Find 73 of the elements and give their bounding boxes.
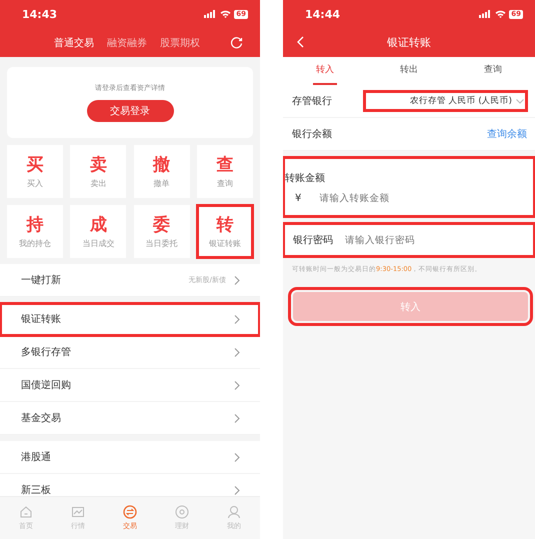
field-label: 存管银行 — [292, 95, 332, 108]
house-icon — [19, 505, 33, 519]
quick-action-tile[interactable]: 卖 卖出 — [70, 145, 126, 198]
quick-action-tile[interactable]: 持 我的持仓 — [7, 205, 63, 258]
action-label: 卖出 — [90, 178, 106, 188]
menu-item[interactable]: 港股通 — [0, 441, 260, 474]
wifi-icon — [220, 10, 232, 18]
chevron-icon — [234, 452, 240, 462]
action-label: 查询 — [216, 178, 233, 188]
person-icon — [227, 505, 241, 519]
menu-item[interactable]: 国债逆回购 — [0, 369, 260, 402]
quick-action-tile[interactable]: 撤 撤单 — [134, 145, 190, 198]
quick-action-tile[interactable]: 成 当日成交 — [70, 205, 126, 258]
action-glyph: 成 — [90, 214, 107, 234]
caret-icon — [516, 98, 524, 104]
field-label: 转账金额 — [285, 172, 326, 184]
market-tab[interactable]: 股票期权 — [160, 36, 200, 50]
action-label: 我的持仓 — [19, 238, 51, 248]
password-input[interactable]: 请输入银行密码 — [345, 234, 465, 246]
menu-item[interactable]: 基金交易 — [0, 402, 260, 435]
page-title: 银证转账 — [387, 35, 431, 50]
quick-action-tile[interactable]: 查 查询 — [196, 145, 253, 198]
wifi-icon — [495, 10, 506, 18]
target-icon — [175, 505, 189, 519]
back-icon[interactable] — [297, 36, 304, 48]
menu-label: 国债逆回购 — [21, 378, 72, 392]
menu-item[interactable]: 多银行存管 — [0, 336, 260, 369]
quick-action-tile[interactable]: 转 银证转账 — [196, 205, 253, 258]
exchange-icon — [123, 505, 137, 519]
action-glyph: 查 — [216, 154, 234, 174]
login-button[interactable]: 交易登录 — [86, 100, 174, 122]
action-glyph: 买 — [26, 154, 44, 174]
menu-label: 银证转账 — [21, 312, 62, 326]
chevron-icon — [234, 414, 240, 422]
chevron-icon — [234, 314, 240, 324]
menu-label: 港股通 — [21, 450, 52, 464]
tab[interactable]: 查询 — [481, 57, 505, 85]
action-label: 银证转账 — [208, 238, 241, 248]
action-glyph: 转 — [216, 214, 234, 234]
menu-label: 基金交易 — [21, 412, 62, 425]
amount-input[interactable]: 请输入转账金额 — [319, 192, 440, 204]
chevron-icon — [234, 380, 240, 390]
check-balance-link[interactable]: 查询余额 — [487, 127, 527, 141]
chart-icon — [71, 505, 85, 519]
status-time: 14:43 — [22, 8, 58, 20]
refresh-icon[interactable] — [230, 36, 243, 49]
chevron-icon — [234, 276, 240, 284]
signal-icon — [479, 10, 492, 18]
quick-action-tile[interactable]: 委 当日委托 — [134, 205, 190, 258]
currency-symbol: ¥ — [295, 192, 302, 204]
action-glyph: 撤 — [153, 154, 170, 174]
action-glyph: 卖 — [90, 154, 107, 174]
signal-icon — [204, 10, 218, 18]
market-tab[interactable]: 融资融券 — [107, 36, 147, 50]
tab[interactable]: 转出 — [397, 57, 421, 85]
menu-label: 一键打新 — [21, 274, 62, 287]
action-glyph: 委 — [153, 214, 170, 234]
chevron-icon — [234, 486, 240, 494]
quick-action-tile[interactable]: 买 买入 — [7, 145, 63, 198]
action-label: 当日成交 — [82, 238, 114, 248]
action-glyph: 持 — [26, 214, 44, 234]
menu-item[interactable]: 银证转账 — [0, 303, 260, 336]
action-label: 撤单 — [154, 178, 170, 188]
menu-label: 新三板 — [21, 484, 52, 496]
action-label: 买入 — [27, 178, 43, 188]
action-label: 当日委托 — [146, 238, 178, 248]
field-label: 银行余额 — [292, 128, 332, 141]
bank-dropdown[interactable]: 农行存管 人民币 (人民币) — [364, 91, 527, 111]
market-tab[interactable]: 普通交易 — [54, 36, 94, 50]
menu-label: 多银行存管 — [21, 346, 72, 359]
chevron-icon — [234, 348, 240, 356]
field-label: 银行密码 — [293, 234, 333, 247]
status-time: 14:44 — [305, 8, 340, 20]
